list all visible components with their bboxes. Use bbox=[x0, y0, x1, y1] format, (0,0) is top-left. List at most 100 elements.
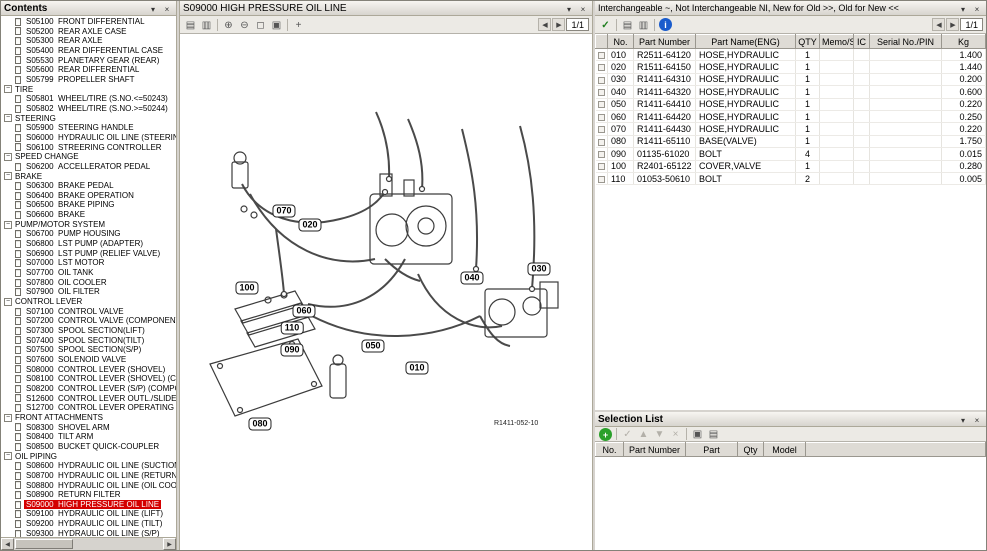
column-header[interactable]: Serial No./PIN bbox=[870, 35, 942, 49]
close-icon[interactable]: × bbox=[577, 3, 589, 14]
tree-item[interactable]: S06200ACCELLERATOR PEDAL bbox=[1, 162, 176, 172]
move-up-icon[interactable]: ▲ bbox=[636, 427, 651, 441]
tree-item[interactable]: S09000HIGH PRESSURE OIL LINE bbox=[1, 500, 176, 510]
tree-item[interactable]: S09300HYDRAULIC OIL LINE (S/P) bbox=[1, 529, 176, 537]
tree-item[interactable]: S07700OIL TANK bbox=[1, 268, 176, 278]
selection-list-empty-area[interactable] bbox=[595, 457, 986, 550]
tree-item[interactable]: S08700HYDRAULIC OIL LINE (RETURN) bbox=[1, 471, 176, 481]
column-header[interactable]: Part Name(ENG) bbox=[696, 35, 796, 49]
pin-icon[interactable]: ▾ bbox=[563, 3, 575, 14]
part-row[interactable]: 050R1411-64410HOSE,HYDRAULIC10.220 bbox=[596, 98, 986, 110]
tree-item[interactable]: S07800OIL COOLER bbox=[1, 278, 176, 288]
tree-item[interactable]: S06300BRAKE PEDAL bbox=[1, 181, 176, 191]
column-header[interactable]: Kg bbox=[942, 35, 986, 49]
tree-item[interactable]: S07500SPOOL SECTION(S/P) bbox=[1, 345, 176, 355]
info-icon[interactable]: i bbox=[659, 18, 672, 31]
tree-item[interactable]: S06900LST PUMP (RELIEF VALVE) bbox=[1, 249, 176, 259]
scrollbar-thumb[interactable] bbox=[15, 539, 73, 549]
remove-icon[interactable]: × bbox=[668, 427, 683, 441]
tree-item[interactable]: S06600BRAKE bbox=[1, 210, 176, 220]
doc-icon[interactable]: ▤ bbox=[620, 18, 635, 32]
tree-group[interactable]: −SPEED CHANGE bbox=[1, 152, 176, 162]
close-icon[interactable]: × bbox=[971, 414, 983, 425]
tree-group[interactable]: −STEERING bbox=[1, 114, 176, 124]
prev-page-button[interactable]: ◀ bbox=[538, 18, 551, 31]
close-icon[interactable]: × bbox=[971, 3, 983, 14]
tree-item[interactable]: S08600HYDRAULIC OIL LINE (SUCTION) bbox=[1, 461, 176, 471]
tree-item[interactable]: S07100CONTROL VALVE bbox=[1, 307, 176, 317]
column-header[interactable]: Model bbox=[764, 443, 806, 457]
collapse-icon[interactable]: − bbox=[4, 414, 12, 422]
diagram-callout[interactable]: 100 bbox=[235, 282, 258, 295]
part-row[interactable]: 060R1411-64420HOSE,HYDRAULIC10.250 bbox=[596, 110, 986, 122]
diagram-callout[interactable]: 070 bbox=[272, 205, 295, 218]
zoom-area-icon[interactable]: ▣ bbox=[269, 18, 284, 32]
part-row[interactable]: 080R1411-65110BASE(VALVE)11.750 bbox=[596, 135, 986, 147]
collapse-icon[interactable]: − bbox=[4, 85, 12, 93]
tree-group[interactable]: −PUMP/MOTOR SYSTEM bbox=[1, 220, 176, 230]
part-row[interactable]: 070R1411-64430HOSE,HYDRAULIC10.220 bbox=[596, 123, 986, 135]
diagram-callout[interactable]: 020 bbox=[298, 219, 321, 232]
tree-item[interactable]: S08200CONTROL LEVER (S/P) (COMPO bbox=[1, 384, 176, 394]
zoom-in-icon[interactable]: ⊕ bbox=[221, 18, 236, 32]
tree-item[interactable]: S05900STEERING HANDLE bbox=[1, 123, 176, 133]
diagram-callout[interactable]: 030 bbox=[527, 263, 550, 276]
tree-item[interactable]: S09200HYDRAULIC OIL LINE (TILT) bbox=[1, 519, 176, 529]
tree-item[interactable]: S07000LST MOTOR bbox=[1, 258, 176, 268]
tree-item[interactable]: S07600SOLENOID VALVE bbox=[1, 355, 176, 365]
tree-item[interactable]: S05530PLANETARY GEAR (REAR) bbox=[1, 56, 176, 66]
part-row[interactable]: 040R1411-64320HOSE,HYDRAULIC10.600 bbox=[596, 86, 986, 98]
confirm-icon[interactable]: ✓ bbox=[620, 427, 635, 441]
collapse-icon[interactable]: − bbox=[4, 114, 12, 122]
column-header[interactable]: Qty bbox=[738, 443, 764, 457]
tree-item[interactable]: S05300REAR AXLE bbox=[1, 36, 176, 46]
pan-icon[interactable]: + bbox=[291, 18, 306, 32]
diagram-callout[interactable]: 040 bbox=[460, 272, 483, 285]
tree-item[interactable]: S06000HYDRAULIC OIL LINE (STEERING bbox=[1, 133, 176, 143]
tree-item[interactable]: S07200CONTROL VALVE (COMPONENT bbox=[1, 316, 176, 326]
tree-item[interactable]: S08800HYDRAULIC OIL LINE (OIL COOL bbox=[1, 481, 176, 491]
column-header[interactable]: QTY bbox=[796, 35, 820, 49]
tree-item[interactable]: S05799PROPELLER SHAFT bbox=[1, 75, 176, 85]
column-header[interactable]: Part Number bbox=[624, 443, 686, 457]
diagram-callout[interactable]: 060 bbox=[292, 305, 315, 318]
tree-item[interactable]: S05801WHEEL/TIRE (S.NO.<=50243) bbox=[1, 94, 176, 104]
print-icon[interactable]: ▤ bbox=[706, 427, 721, 441]
tree-item[interactable]: S07900OIL FILTER bbox=[1, 287, 176, 297]
export-icon[interactable]: ▥ bbox=[199, 18, 214, 32]
tree-group[interactable]: −OIL PIPING bbox=[1, 452, 176, 462]
tree-item[interactable]: S08000CONTROL LEVER (SHOVEL) bbox=[1, 365, 176, 375]
tree-item[interactable]: S12700CONTROL LEVER OPERATING bbox=[1, 403, 176, 413]
pin-icon[interactable]: ▾ bbox=[147, 3, 159, 14]
tree-group[interactable]: −CONTROL LEVER bbox=[1, 297, 176, 307]
save-icon[interactable]: ▣ bbox=[690, 427, 705, 441]
zoom-out-icon[interactable]: ⊖ bbox=[237, 18, 252, 32]
tree-item[interactable]: S06100STREERING CONTROLLER bbox=[1, 143, 176, 153]
tree-item[interactable]: S06500BRAKE PIPING bbox=[1, 200, 176, 210]
column-header[interactable]: Part bbox=[686, 443, 738, 457]
tree-item[interactable]: S06400BRAKE OPERATION bbox=[1, 191, 176, 201]
diagram-callout[interactable]: 090 bbox=[280, 344, 303, 357]
tree-item[interactable]: S09100HYDRAULIC OIL LINE (LIFT) bbox=[1, 509, 176, 519]
tree-item[interactable]: S06700PUMP HOUSING bbox=[1, 229, 176, 239]
column-header[interactable]: Part Number bbox=[634, 35, 696, 49]
diagram-callout[interactable]: 080 bbox=[248, 418, 271, 431]
part-row[interactable]: 09001135-61020BOLT40.015 bbox=[596, 148, 986, 160]
tree-item[interactable]: S08100CONTROL LEVER (SHOVEL) (CO bbox=[1, 374, 176, 384]
pin-icon[interactable]: ▾ bbox=[957, 3, 969, 14]
part-row[interactable]: 020R1511-64150HOSE,HYDRAULIC11.440 bbox=[596, 61, 986, 73]
list-icon[interactable]: ▥ bbox=[636, 18, 651, 32]
collapse-icon[interactable]: − bbox=[4, 221, 12, 229]
tree-item[interactable]: S05400REAR DIFFERENTIAL CASE bbox=[1, 46, 176, 56]
scroll-right-icon[interactable]: ▶ bbox=[163, 538, 176, 550]
tree-item[interactable]: S08400TILT ARM bbox=[1, 432, 176, 442]
scroll-left-icon[interactable]: ◀ bbox=[1, 538, 14, 550]
prev-page-button[interactable]: ◀ bbox=[932, 18, 945, 31]
tree-group[interactable]: −BRAKE bbox=[1, 172, 176, 182]
part-row[interactable]: 11001053-50610BOLT20.005 bbox=[596, 172, 986, 184]
tree-item[interactable]: S08900RETURN FILTER bbox=[1, 490, 176, 500]
tree-item[interactable]: S07400SPOOL SECTION(TILT) bbox=[1, 336, 176, 346]
collapse-icon[interactable]: − bbox=[4, 153, 12, 161]
tree-item[interactable]: S05100FRONT DIFFERENTIAL bbox=[1, 17, 176, 27]
collapse-icon[interactable]: − bbox=[4, 452, 12, 460]
